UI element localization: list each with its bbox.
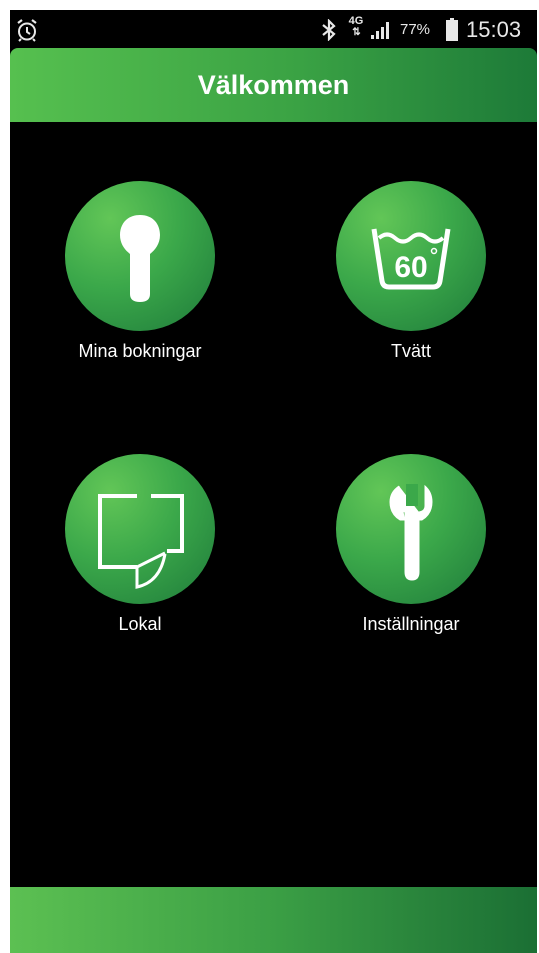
menu-item-circle[interactable] — [336, 454, 486, 604]
status-bar: 4G ⇅ 77% 15:03 — [10, 10, 537, 50]
menu-item-label: Inställningar — [362, 614, 460, 634]
app-header: Välkommen — [10, 48, 537, 122]
network-4g-icon: 4G ⇅ — [348, 15, 364, 39]
footer-bar — [10, 887, 537, 953]
menu-item-tvatt[interactable]: 60 Tvätt — [306, 181, 516, 362]
menu-item-circle[interactable] — [65, 454, 215, 604]
wash-temperature: 60 — [394, 251, 427, 284]
menu-item-label: Mina bokningar — [78, 341, 202, 361]
page-title: Välkommen — [197, 69, 350, 100]
floor-plan-icon — [98, 494, 184, 589]
menu-item-lokal[interactable]: Lokal — [35, 454, 245, 635]
menu-item-label: Lokal — [118, 614, 162, 634]
menu-item-circle[interactable]: 60 — [336, 181, 486, 331]
alarm-icon — [17, 19, 37, 42]
signal-icon — [371, 22, 389, 39]
app-screen: 4G ⇅ 77% 15:03 Välkommen Mina bokningar — [10, 10, 537, 953]
menu-item-installningar[interactable]: Inställningar — [306, 454, 516, 635]
wrench-icon — [389, 484, 433, 581]
battery-icon — [446, 18, 458, 41]
menu-item-label: Tvätt — [390, 341, 431, 361]
menu-item-mina-bokningar[interactable]: Mina bokningar — [35, 181, 245, 362]
bluetooth-icon — [322, 19, 336, 41]
key-cylinder-icon — [120, 215, 160, 302]
menu-item-circle[interactable] — [65, 181, 215, 331]
status-time: 15:03 — [466, 17, 522, 42]
battery-percent: 77% — [400, 21, 431, 38]
wash-60-icon: 60 — [371, 228, 451, 290]
